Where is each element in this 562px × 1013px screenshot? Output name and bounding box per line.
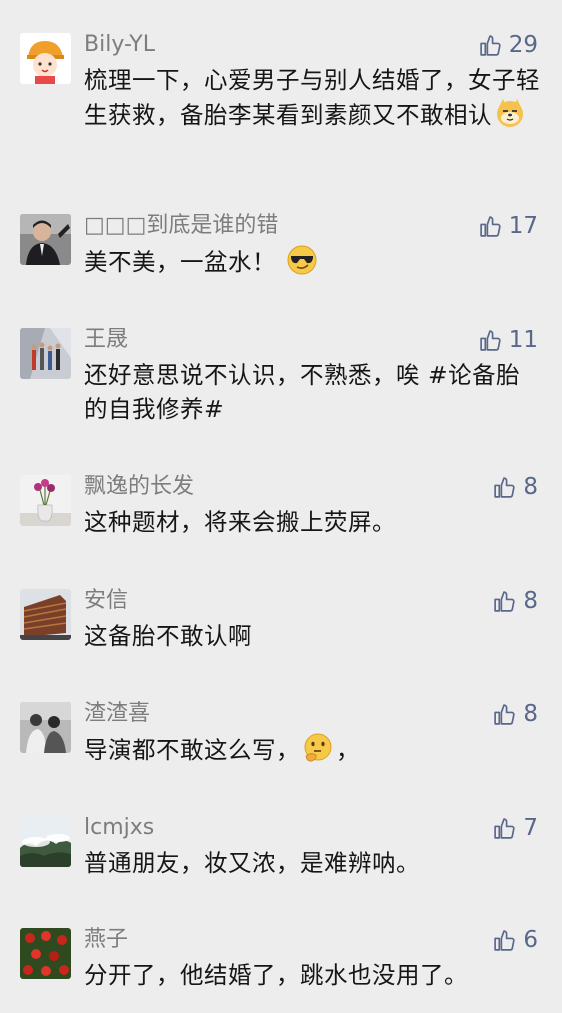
like-count: 8 <box>523 701 538 727</box>
thumbs-up-icon <box>492 589 517 614</box>
like-button[interactable]: 6 <box>492 926 538 954</box>
thumbs-up-icon <box>492 475 517 500</box>
man-in-suit-avatar[interactable] <box>20 214 71 265</box>
thumbs-up-icon <box>492 816 517 841</box>
comment-author[interactable]: 飘逸的长发 <box>84 473 194 501</box>
thumbs-up-icon <box>478 214 503 239</box>
comment-author[interactable]: lcmjxs <box>84 814 154 842</box>
like-count: 17 <box>508 213 538 239</box>
comment-text: 这备胎不敢认啊 <box>84 622 252 650</box>
like-button[interactable]: 8 <box>492 473 538 501</box>
comment-text: 梳理一下，心爱男子与别人结婚了，女子轻生获救，备胎李某看到素颜又不敢相认 <box>84 66 540 129</box>
mountain-clouds-avatar[interactable] <box>20 816 71 867</box>
sunglasses-emoji <box>286 244 318 276</box>
like-button[interactable]: 8 <box>492 587 538 615</box>
comment-text: 还好意思说不认识，不熟悉，唉 #论备胎的自我修养# <box>84 361 521 423</box>
comment-text: 这种题材，将来会搬上荧屏。 <box>84 508 396 536</box>
thumbs-up-icon <box>478 33 503 58</box>
group-photo-avatar[interactable] <box>20 328 71 379</box>
comment-text: 美不美，一盆水！ <box>84 244 544 279</box>
like-count: 29 <box>508 32 538 58</box>
comment-author[interactable]: 王晟 <box>84 326 128 354</box>
doge-emoji <box>494 97 526 129</box>
comment-author[interactable]: 渣渣喜 <box>84 700 150 728</box>
comment-text: 分开了，他结婚了，跳水也没用了。 <box>84 961 468 989</box>
building-avatar[interactable] <box>20 589 71 640</box>
like-count: 11 <box>508 327 538 353</box>
comment-author[interactable]: □□□到底是谁的错 <box>84 212 278 240</box>
thumbs-up-icon <box>492 702 517 727</box>
thinking-emoji <box>302 732 334 764</box>
comment-author[interactable]: 安信 <box>84 587 128 615</box>
cartoon-girl-avatar[interactable] <box>20 33 71 84</box>
thumbs-up-icon <box>492 928 517 953</box>
like-button[interactable]: 11 <box>478 326 538 354</box>
thumbs-up-icon <box>478 328 503 353</box>
comment-author[interactable]: 燕子 <box>84 926 128 954</box>
flower-vase-avatar[interactable] <box>20 475 71 526</box>
like-button[interactable]: 7 <box>492 814 538 842</box>
like-button[interactable]: 29 <box>478 31 538 59</box>
comment-text: 普通朋友，妆又浓，是难辨呐。 <box>84 849 420 877</box>
vintage-couple-avatar[interactable] <box>20 702 71 753</box>
comment-author[interactable]: Bily-YL <box>84 31 155 59</box>
like-count: 6 <box>523 927 538 953</box>
like-count: 8 <box>523 474 538 500</box>
like-count: 8 <box>523 588 538 614</box>
like-count: 7 <box>523 815 538 841</box>
like-button[interactable]: 8 <box>492 700 538 728</box>
like-button[interactable]: 17 <box>478 212 538 240</box>
comment-text: 导演都不敢这么写，， <box>84 732 544 767</box>
red-flowers-avatar[interactable] <box>20 928 71 979</box>
